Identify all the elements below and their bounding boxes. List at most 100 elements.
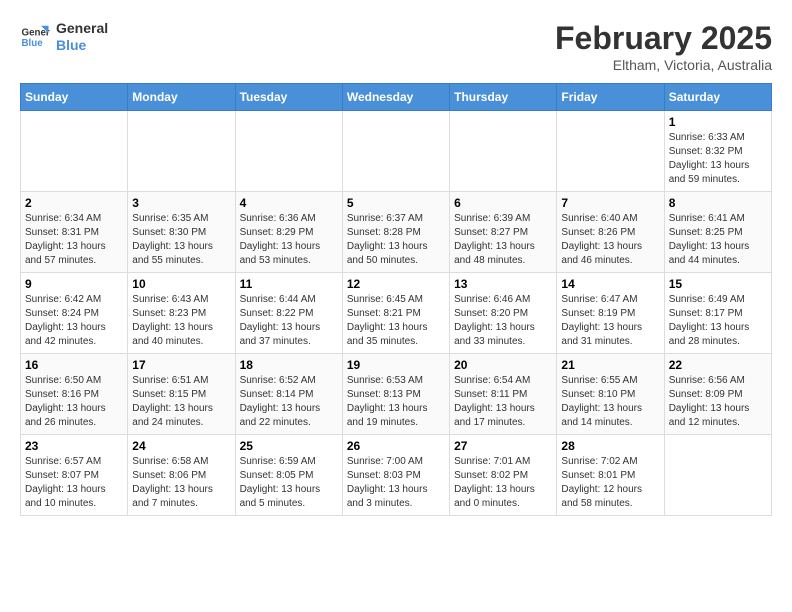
day-number: 22 xyxy=(669,358,767,372)
day-info: Sunrise: 6:35 AM Sunset: 8:30 PM Dayligh… xyxy=(132,212,230,268)
calendar-cell: 10 Sunrise: 6:43 AM Sunset: 8:23 PM Dayli… xyxy=(128,273,235,354)
day-info: Sunrise: 6:41 AM Sunset: 8:25 PM Dayligh… xyxy=(669,212,767,268)
logo: General Blue General Blue xyxy=(20,20,108,54)
day-info: Sunrise: 6:36 AM Sunset: 8:29 PM Dayligh… xyxy=(240,212,338,268)
calendar-cell xyxy=(342,111,449,192)
day-number: 15 xyxy=(669,277,767,291)
calendar-cell: 20 Sunrise: 6:54 AM Sunset: 8:11 PM Dayli… xyxy=(450,354,557,435)
day-info: Sunrise: 6:43 AM Sunset: 8:23 PM Dayligh… xyxy=(132,293,230,349)
day-number: 24 xyxy=(132,439,230,453)
column-header-wednesday: Wednesday xyxy=(342,84,449,111)
day-number: 28 xyxy=(561,439,659,453)
location-subtitle: Eltham, Victoria, Australia xyxy=(555,57,772,73)
calendar-cell xyxy=(128,111,235,192)
day-number: 23 xyxy=(25,439,123,453)
day-number: 8 xyxy=(669,196,767,210)
day-number: 10 xyxy=(132,277,230,291)
calendar-week-3: 9 Sunrise: 6:42 AM Sunset: 8:24 PM Daylig… xyxy=(21,273,772,354)
day-number: 18 xyxy=(240,358,338,372)
calendar-cell: 2 Sunrise: 6:34 AM Sunset: 8:31 PM Daylig… xyxy=(21,192,128,273)
calendar-cell xyxy=(664,435,771,516)
day-info: Sunrise: 6:47 AM Sunset: 8:19 PM Dayligh… xyxy=(561,293,659,349)
day-number: 26 xyxy=(347,439,445,453)
day-info: Sunrise: 6:46 AM Sunset: 8:20 PM Dayligh… xyxy=(454,293,552,349)
day-info: Sunrise: 6:49 AM Sunset: 8:17 PM Dayligh… xyxy=(669,293,767,349)
logo-icon: General Blue xyxy=(20,22,50,52)
calendar-cell: 19Sunrise: 6:53 AM Sunset: 8:13 PM Dayli… xyxy=(342,354,449,435)
day-info: Sunrise: 6:39 AM Sunset: 8:27 PM Dayligh… xyxy=(454,212,552,268)
calendar-cell xyxy=(21,111,128,192)
calendar-cell: 9 Sunrise: 6:42 AM Sunset: 8:24 PM Daylig… xyxy=(21,273,128,354)
day-number: 9 xyxy=(25,277,123,291)
calendar-cell: 18Sunrise: 6:52 AM Sunset: 8:14 PM Dayli… xyxy=(235,354,342,435)
day-number: 1 xyxy=(669,115,767,129)
calendar-cell: 28Sunrise: 7:02 AM Sunset: 8:01 PM Dayli… xyxy=(557,435,664,516)
calendar-cell: 3Sunrise: 6:35 AM Sunset: 8:30 PM Daylig… xyxy=(128,192,235,273)
day-number: 12 xyxy=(347,277,445,291)
calendar-week-2: 2 Sunrise: 6:34 AM Sunset: 8:31 PM Daylig… xyxy=(21,192,772,273)
calendar-week-5: 23 Sunrise: 6:57 AM Sunset: 8:07 PM Dayli… xyxy=(21,435,772,516)
column-header-saturday: Saturday xyxy=(664,84,771,111)
day-info: Sunrise: 6:51 AM Sunset: 8:15 PM Dayligh… xyxy=(132,374,230,430)
day-number: 16 xyxy=(25,358,123,372)
calendar-cell xyxy=(450,111,557,192)
day-number: 5 xyxy=(347,196,445,210)
day-info: Sunrise: 6:55 AM Sunset: 8:10 PM Dayligh… xyxy=(561,374,659,430)
day-info: Sunrise: 6:33 AM Sunset: 8:32 PM Dayligh… xyxy=(669,131,767,187)
column-header-monday: Monday xyxy=(128,84,235,111)
page-header: General Blue General Blue February 2025 … xyxy=(20,20,772,73)
calendar-cell xyxy=(557,111,664,192)
day-info: Sunrise: 6:59 AM Sunset: 8:05 PM Dayligh… xyxy=(240,455,338,511)
logo-blue: Blue xyxy=(56,37,108,54)
calendar-cell: 6Sunrise: 6:39 AM Sunset: 8:27 PM Daylig… xyxy=(450,192,557,273)
day-info: Sunrise: 6:45 AM Sunset: 8:21 PM Dayligh… xyxy=(347,293,445,349)
day-number: 4 xyxy=(240,196,338,210)
logo-general: General xyxy=(56,20,108,37)
calendar-cell: 26 Sunrise: 7:00 AM Sunset: 8:03 PM Dayli… xyxy=(342,435,449,516)
calendar-header-row: SundayMondayTuesdayWednesdayThursdayFrid… xyxy=(21,84,772,111)
day-info: Sunrise: 6:54 AM Sunset: 8:11 PM Dayligh… xyxy=(454,374,552,430)
month-year-title: February 2025 xyxy=(555,20,772,57)
day-number: 2 xyxy=(25,196,123,210)
day-info: Sunrise: 6:58 AM Sunset: 8:06 PM Dayligh… xyxy=(132,455,230,511)
svg-text:Blue: Blue xyxy=(22,38,44,49)
calendar-cell: 11 Sunrise: 6:44 AM Sunset: 8:22 PM Dayli… xyxy=(235,273,342,354)
day-info: Sunrise: 6:56 AM Sunset: 8:09 PM Dayligh… xyxy=(669,374,767,430)
calendar-cell: 15 Sunrise: 6:49 AM Sunset: 8:17 PM Dayli… xyxy=(664,273,771,354)
day-number: 25 xyxy=(240,439,338,453)
day-number: 13 xyxy=(454,277,552,291)
column-header-tuesday: Tuesday xyxy=(235,84,342,111)
calendar-cell: 24 Sunrise: 6:58 AM Sunset: 8:06 PM Dayli… xyxy=(128,435,235,516)
day-info: Sunrise: 6:57 AM Sunset: 8:07 PM Dayligh… xyxy=(25,455,123,511)
day-info: Sunrise: 7:01 AM Sunset: 8:02 PM Dayligh… xyxy=(454,455,552,511)
calendar-cell: 12 Sunrise: 6:45 AM Sunset: 8:21 PM Dayli… xyxy=(342,273,449,354)
column-header-sunday: Sunday xyxy=(21,84,128,111)
day-number: 20 xyxy=(454,358,552,372)
day-info: Sunrise: 7:00 AM Sunset: 8:03 PM Dayligh… xyxy=(347,455,445,511)
calendar-cell: 7Sunrise: 6:40 AM Sunset: 8:26 PM Daylig… xyxy=(557,192,664,273)
calendar-cell: 17 Sunrise: 6:51 AM Sunset: 8:15 PM Dayli… xyxy=(128,354,235,435)
calendar-week-4: 16 Sunrise: 6:50 AM Sunset: 8:16 PM Dayli… xyxy=(21,354,772,435)
calendar-week-1: 1 Sunrise: 6:33 AM Sunset: 8:32 PM Daylig… xyxy=(21,111,772,192)
day-number: 17 xyxy=(132,358,230,372)
calendar-cell: 23 Sunrise: 6:57 AM Sunset: 8:07 PM Dayli… xyxy=(21,435,128,516)
calendar-cell: 1 Sunrise: 6:33 AM Sunset: 8:32 PM Daylig… xyxy=(664,111,771,192)
calendar-cell: 27 Sunrise: 7:01 AM Sunset: 8:02 PM Dayli… xyxy=(450,435,557,516)
day-info: Sunrise: 6:40 AM Sunset: 8:26 PM Dayligh… xyxy=(561,212,659,268)
day-info: Sunrise: 6:53 AM Sunset: 8:13 PM Dayligh… xyxy=(347,374,445,430)
day-info: Sunrise: 6:42 AM Sunset: 8:24 PM Dayligh… xyxy=(25,293,123,349)
title-section: February 2025 Eltham, Victoria, Australi… xyxy=(555,20,772,73)
day-info: Sunrise: 6:37 AM Sunset: 8:28 PM Dayligh… xyxy=(347,212,445,268)
calendar-cell: 4 Sunrise: 6:36 AM Sunset: 8:29 PM Daylig… xyxy=(235,192,342,273)
day-info: Sunrise: 6:34 AM Sunset: 8:31 PM Dayligh… xyxy=(25,212,123,268)
calendar-cell: 14 Sunrise: 6:47 AM Sunset: 8:19 PM Dayli… xyxy=(557,273,664,354)
calendar-cell: 21Sunrise: 6:55 AM Sunset: 8:10 PM Dayli… xyxy=(557,354,664,435)
day-number: 14 xyxy=(561,277,659,291)
column-header-thursday: Thursday xyxy=(450,84,557,111)
day-number: 27 xyxy=(454,439,552,453)
calendar-cell: 5 Sunrise: 6:37 AM Sunset: 8:28 PM Daylig… xyxy=(342,192,449,273)
day-number: 11 xyxy=(240,277,338,291)
day-info: Sunrise: 6:44 AM Sunset: 8:22 PM Dayligh… xyxy=(240,293,338,349)
calendar-cell: 16 Sunrise: 6:50 AM Sunset: 8:16 PM Dayli… xyxy=(21,354,128,435)
day-info: Sunrise: 6:50 AM Sunset: 8:16 PM Dayligh… xyxy=(25,374,123,430)
